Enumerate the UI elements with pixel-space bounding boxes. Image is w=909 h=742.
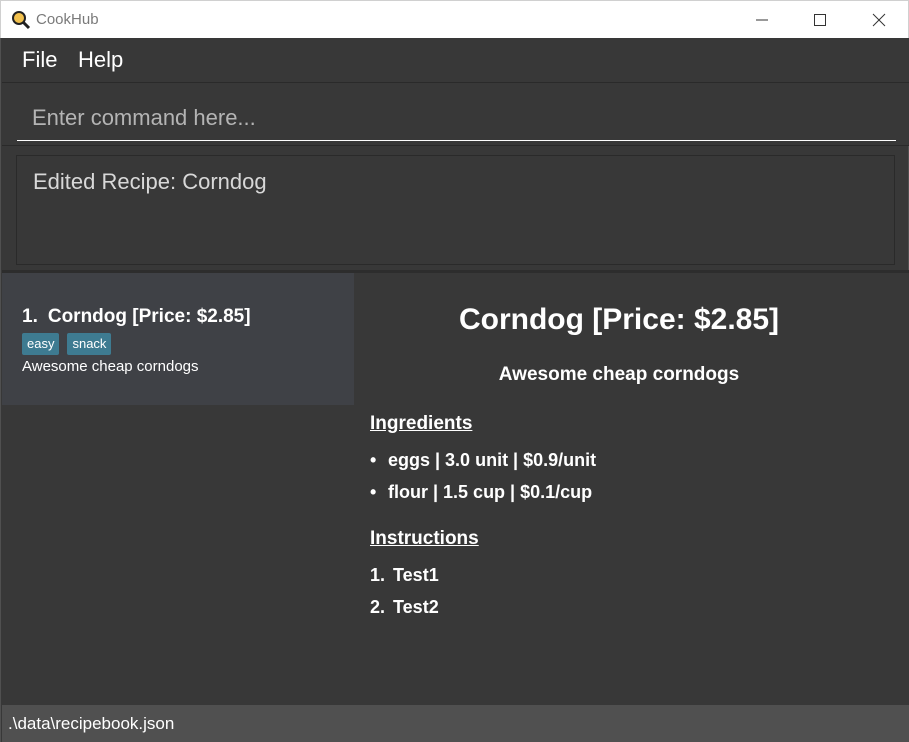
- result-message: Edited Recipe: Corndog: [33, 169, 267, 194]
- result-display: Edited Recipe: Corndog: [16, 155, 895, 265]
- minimize-button[interactable]: [733, 1, 791, 39]
- recipe-detail-title: Corndog [Price: $2.85]: [458, 303, 780, 336]
- app-window: File Help Edited Recipe: Corndog 1.Cornd…: [0, 38, 909, 742]
- instruction-item: 1. Test1: [370, 565, 439, 586]
- recipe-card-index: 1.: [22, 306, 38, 327]
- maximize-icon: [814, 14, 826, 26]
- data-file-path: .\data\recipebook.json: [8, 714, 175, 733]
- tag-badge: easy: [22, 333, 60, 355]
- ingredient-text: eggs | 3.0 unit | $0.9/unit: [388, 450, 597, 470]
- menu-file[interactable]: File: [22, 47, 57, 73]
- command-input[interactable]: [17, 95, 896, 141]
- recipe-card-title: 1. Corndog [Price: $2.85]: [22, 306, 251, 328]
- recipe-list-panel: 1. Corndog [Price: $2.85] easy snack Awes…: [2, 273, 354, 705]
- menu-help[interactable]: Help: [78, 47, 123, 73]
- minimize-icon: [756, 19, 768, 21]
- recipe-card-description: Awesome cheap corndogs: [22, 358, 199, 375]
- recipe-card-name: Corndog [Price: $2.85]: [47, 306, 251, 327]
- maximize-button[interactable]: [791, 1, 849, 39]
- title-bar: CookHub: [0, 0, 909, 38]
- ingredient-item: • eggs | 3.0 unit | $0.9/unit: [370, 450, 596, 471]
- instruction-item: 2. Test2: [370, 597, 439, 618]
- recipe-tags: easy snack: [22, 333, 112, 355]
- bullet-icon: •: [370, 450, 377, 470]
- menu-bar: File Help: [2, 38, 909, 82]
- window-title: CookHub: [36, 11, 99, 28]
- recipe-list-item[interactable]: 1. Corndog [Price: $2.85] easy snack Awes…: [2, 273, 354, 405]
- recipe-detail-panel: Corndog [Price: $2.85] Awesome cheap cor…: [354, 273, 909, 705]
- command-box: [2, 82, 909, 146]
- ingredient-item: • flour | 1.5 cup | $0.1/cup: [370, 482, 592, 503]
- instruction-number: 1.: [370, 565, 386, 585]
- app-logo-icon: [12, 11, 31, 30]
- instruction-text: Test2: [393, 597, 439, 617]
- bullet-icon: •: [370, 482, 377, 502]
- recipe-detail-description: Awesome cheap corndogs: [498, 364, 740, 385]
- ingredients-heading: Ingredients: [370, 413, 473, 434]
- close-button[interactable]: [850, 1, 908, 39]
- instructions-heading: Instructions: [370, 528, 479, 549]
- instruction-text: Test1: [393, 565, 439, 585]
- tag-badge: snack: [67, 333, 112, 355]
- close-icon: [872, 13, 886, 27]
- status-bar: .\data\recipebook.json: [2, 705, 909, 742]
- instruction-number: 2.: [370, 597, 386, 617]
- ingredient-text: flour | 1.5 cup | $0.1/cup: [388, 482, 593, 502]
